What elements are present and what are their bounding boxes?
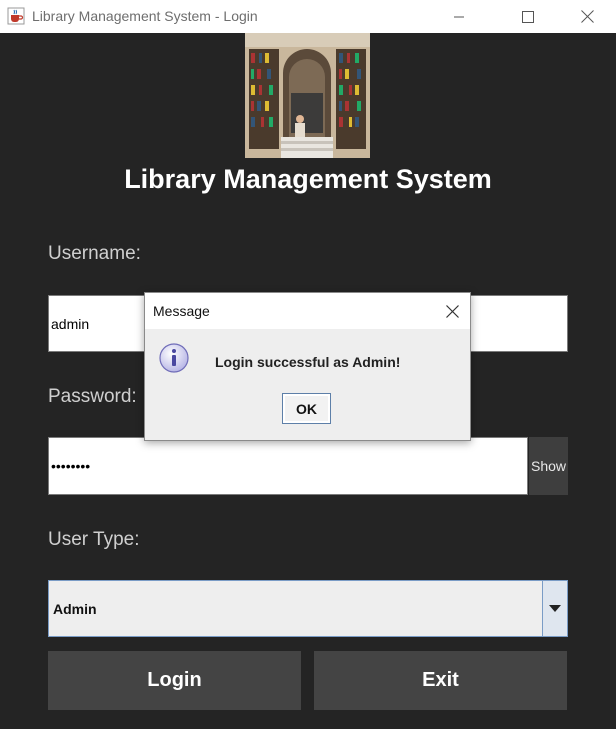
username-label: Username:	[48, 243, 141, 264]
exit-button[interactable]: Exit	[314, 651, 567, 710]
title-bar: Library Management System - Login	[0, 0, 616, 33]
window-title: Library Management System - Login	[32, 8, 258, 24]
maximize-icon	[522, 10, 534, 23]
show-password-button[interactable]: Show	[529, 437, 568, 495]
usertype-label: User Type:	[48, 529, 140, 550]
minimize-icon	[454, 16, 464, 17]
java-cup-icon	[7, 7, 25, 25]
username-value: admin	[51, 315, 90, 332]
password-label: Password:	[48, 386, 137, 407]
usertype-selected: Admin	[53, 600, 97, 617]
login-button[interactable]: Login	[48, 651, 301, 710]
dialog-title: Message	[153, 303, 210, 319]
message-dialog: Message Login successful as Admin! OK	[144, 292, 471, 441]
ok-button[interactable]: OK	[282, 393, 331, 424]
dialog-message: Login successful as Admin!	[215, 354, 401, 370]
dialog-title-bar: Message	[145, 293, 470, 329]
password-value: ••••••••	[51, 458, 91, 474]
usertype-dropdown[interactable]: Admin	[48, 580, 568, 637]
app-title: Library Management System	[124, 164, 492, 194]
close-icon	[580, 10, 594, 23]
caret-down-icon	[549, 605, 561, 612]
login-window: Library Management System - Login Librar…	[0, 0, 616, 729]
close-icon	[445, 304, 459, 318]
close-button[interactable]	[564, 0, 610, 33]
info-icon	[159, 343, 189, 373]
minimize-button[interactable]	[436, 0, 482, 33]
dialog-close-button[interactable]	[442, 301, 462, 321]
password-field[interactable]: ••••••••	[48, 437, 528, 495]
library-photo	[245, 33, 370, 158]
dropdown-arrow-button[interactable]	[542, 581, 567, 636]
maximize-button[interactable]	[505, 0, 551, 33]
